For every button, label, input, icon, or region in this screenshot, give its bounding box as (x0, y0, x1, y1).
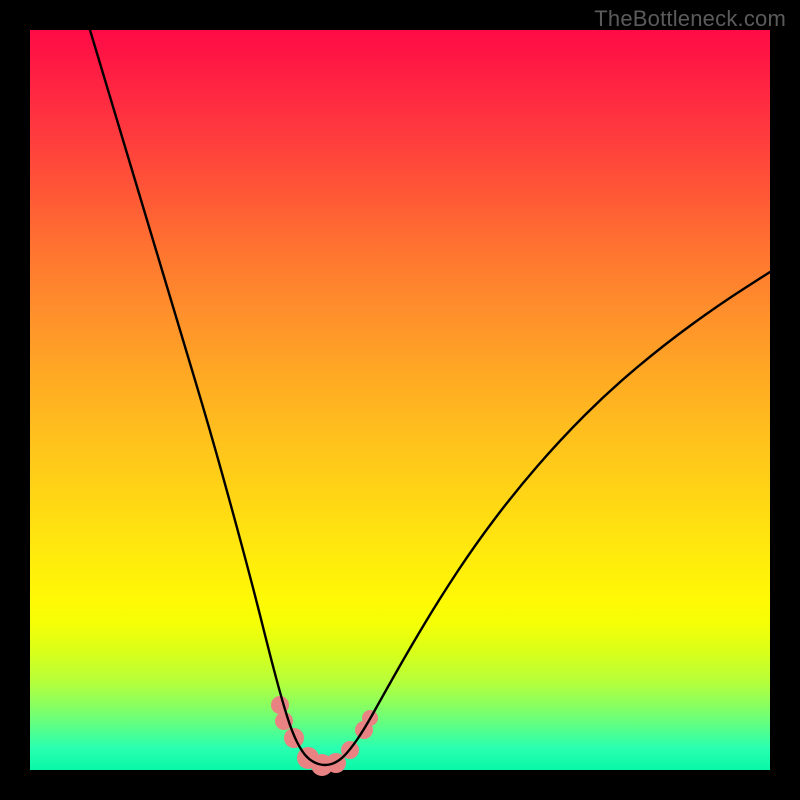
chart-svg (30, 30, 770, 770)
plot-frame (30, 30, 770, 770)
chart-stage: TheBottleneck.com (0, 0, 800, 800)
bottleneck-curve (90, 30, 770, 765)
watermark-label: TheBottleneck.com (594, 6, 786, 32)
